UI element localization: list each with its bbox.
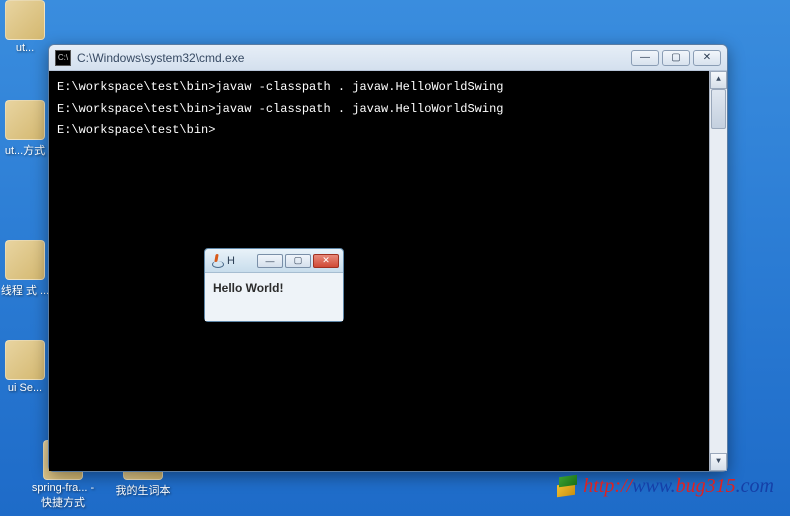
app-icon — [5, 0, 45, 40]
scroll-track[interactable] — [710, 89, 727, 453]
icon-label: 线程 式 ... — [1, 285, 49, 297]
maximize-button[interactable]: ▢ — [285, 254, 311, 268]
app-icon — [5, 100, 45, 140]
terminal-line: E:\workspace\test\bin>javaw -classpath .… — [57, 99, 699, 121]
java-icon — [211, 254, 223, 268]
desktop-icon[interactable]: ui Se... — [0, 340, 50, 394]
watermark: http://www.bug315.com — [557, 475, 774, 498]
desktop-icon[interactable]: 线程 式 ... — [0, 240, 50, 298]
icon-label: spring-fra... - 快捷方式 — [32, 482, 94, 509]
close-button[interactable]: ✕ — [693, 50, 721, 66]
maximize-button[interactable]: ▢ — [662, 50, 690, 66]
swing-title: H — [227, 255, 257, 267]
terminal-line: E:\workspace\test\bin> — [57, 120, 699, 142]
icon-label: 我的生词本 — [116, 485, 171, 497]
watermark-text: http://www.bug315.com — [583, 475, 774, 498]
swing-window[interactable]: H — ▢ ✕ Hello World! — [204, 248, 344, 322]
scroll-thumb[interactable] — [711, 89, 726, 129]
icon-label: ut...方式 — [5, 145, 45, 157]
cmd-icon: C:\ — [55, 50, 71, 66]
swing-titlebar[interactable]: H — ▢ ✕ — [205, 249, 343, 273]
cmd-terminal[interactable]: E:\workspace\test\bin>javaw -classpath .… — [49, 71, 727, 471]
scrollbar[interactable]: ▲ ▼ — [709, 71, 727, 471]
scroll-down-button[interactable]: ▼ — [710, 453, 727, 471]
book-icon — [557, 478, 579, 496]
desktop-icon[interactable]: ut...方式 — [0, 100, 50, 158]
cmd-title: C:\Windows\system32\cmd.exe — [77, 51, 628, 65]
cmd-window[interactable]: C:\ C:\Windows\system32\cmd.exe — ▢ ✕ E:… — [48, 44, 728, 472]
app-icon — [5, 240, 45, 280]
app-icon — [5, 340, 45, 380]
scroll-up-button[interactable]: ▲ — [710, 71, 727, 89]
close-button[interactable]: ✕ — [313, 254, 339, 268]
icon-label: ui Se... — [8, 382, 42, 394]
desktop-icon[interactable]: ut... — [0, 0, 50, 54]
terminal-line: E:\workspace\test\bin>javaw -classpath .… — [57, 77, 699, 99]
minimize-button[interactable]: — — [631, 50, 659, 66]
minimize-button[interactable]: — — [257, 254, 283, 268]
cmd-titlebar[interactable]: C:\ C:\Windows\system32\cmd.exe — ▢ ✕ — [49, 45, 727, 71]
swing-content: Hello World! — [205, 273, 343, 321]
icon-label: ut... — [16, 42, 34, 54]
